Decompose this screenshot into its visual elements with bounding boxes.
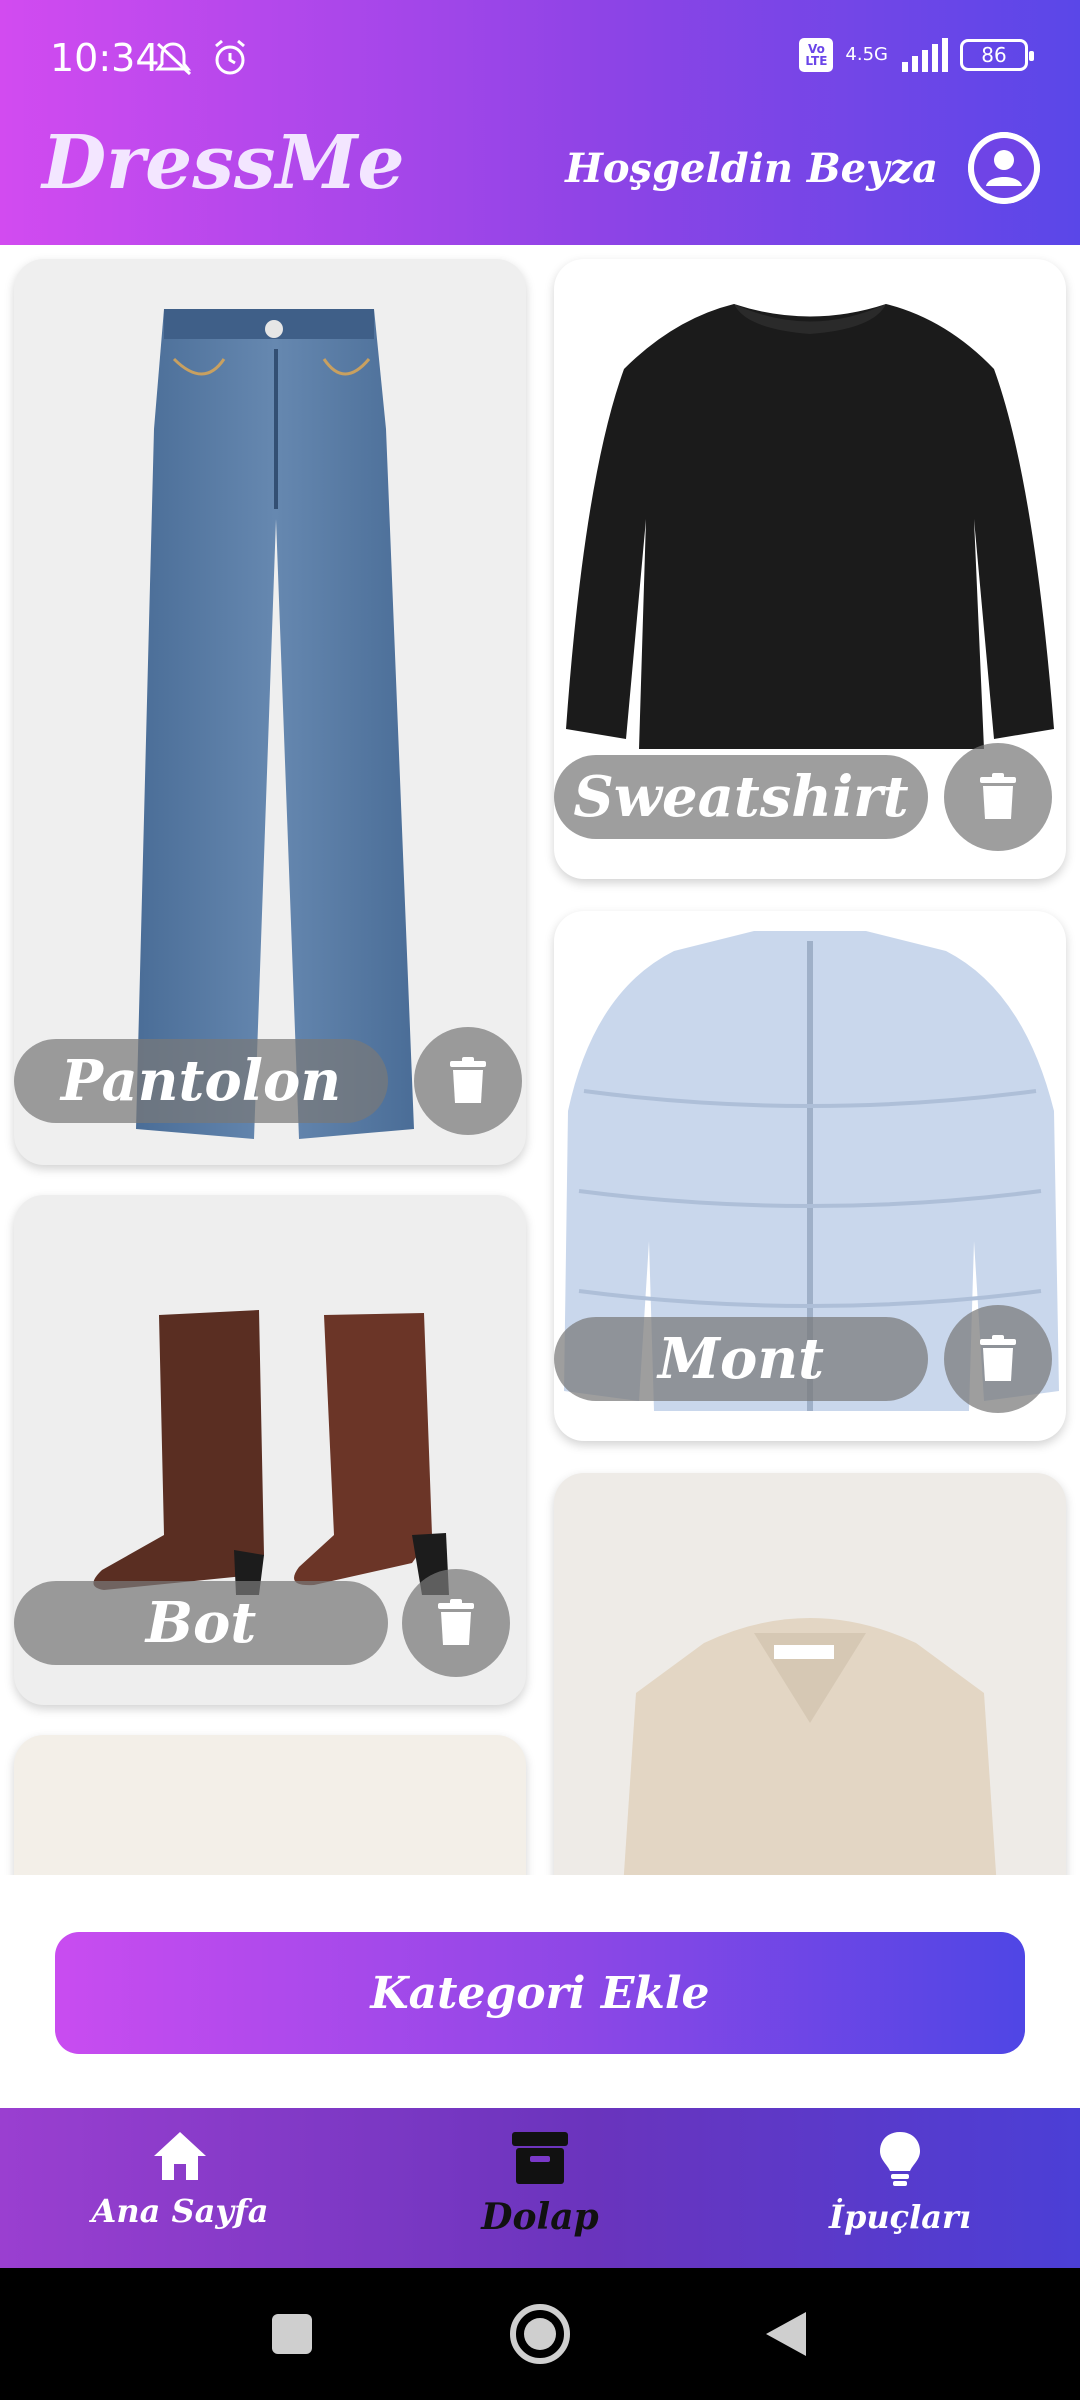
trash-icon bbox=[980, 1335, 1016, 1381]
add-category-button[interactable]: Kategori Ekle bbox=[55, 1932, 1025, 2054]
app-title: DressMe bbox=[42, 120, 405, 206]
volte-icon: Vo LTE bbox=[799, 38, 834, 72]
profile-avatar-button[interactable] bbox=[968, 132, 1040, 204]
trash-icon bbox=[438, 1599, 474, 1645]
home-nav-icon[interactable] bbox=[508, 2302, 572, 2366]
trash-icon bbox=[450, 1057, 486, 1103]
nav-item-tips[interactable]: İpuçları bbox=[760, 2130, 1040, 2236]
recent-apps-icon[interactable] bbox=[270, 2312, 314, 2356]
clothing-card-partial[interactable] bbox=[14, 1735, 526, 1875]
clothing-card-mont[interactable]: Mont bbox=[554, 911, 1066, 1441]
delete-button[interactable] bbox=[402, 1569, 510, 1677]
lightbulb-icon bbox=[880, 2132, 920, 2186]
delete-button[interactable] bbox=[944, 743, 1052, 851]
network-type: 4.5G bbox=[845, 44, 888, 65]
delete-button[interactable] bbox=[944, 1305, 1052, 1413]
alarm-icon bbox=[215, 39, 245, 75]
item-label: Mont bbox=[554, 1317, 928, 1401]
back-nav-icon[interactable] bbox=[762, 2310, 810, 2358]
clothing-card-bot[interactable]: Bot bbox=[14, 1195, 526, 1705]
status-right-group: Vo LTE 4.5G 86 bbox=[799, 38, 1034, 72]
item-label: Bot bbox=[14, 1581, 388, 1665]
app-header: 10:34 Vo LTE 4.5G 86 DressMe Hoşgeldin B… bbox=[0, 0, 1080, 245]
nav-item-dolap[interactable]: Dolap bbox=[400, 2130, 680, 2238]
battery-indicator: 86 bbox=[960, 39, 1034, 71]
delete-button[interactable] bbox=[414, 1027, 522, 1135]
item-label: Sweatshirt bbox=[554, 755, 928, 839]
trash-icon bbox=[980, 773, 1016, 819]
nav-label: Dolap bbox=[481, 2196, 599, 2238]
item-label: Pantolon bbox=[14, 1039, 388, 1123]
welcome-text: Hoşgeldin Beyza bbox=[565, 145, 938, 192]
signal-icon bbox=[902, 38, 948, 72]
nav-item-home[interactable]: Ana Sayfa bbox=[40, 2130, 320, 2230]
clothing-card-knit[interactable] bbox=[554, 1473, 1066, 1875]
user-icon bbox=[968, 132, 1040, 204]
system-navigation-bar bbox=[0, 2268, 1080, 2400]
status-bar: 10:34 Vo LTE 4.5G 86 bbox=[0, 0, 1080, 120]
status-time: 10:34 bbox=[50, 36, 160, 80]
home-icon bbox=[154, 2132, 206, 2180]
clothing-card-pantolon[interactable]: Pantolon bbox=[14, 259, 526, 1165]
silent-bell-icon bbox=[154, 42, 192, 76]
wardrobe-grid[interactable]: Pantolon Sweatshirt Mont Bot bbox=[0, 245, 1080, 1875]
nav-label: İpuçları bbox=[829, 2198, 971, 2236]
knit-top-image bbox=[623, 1618, 997, 1875]
clothing-card-sweatshirt[interactable]: Sweatshirt bbox=[554, 259, 1066, 879]
nav-label: Ana Sayfa bbox=[91, 2192, 269, 2230]
bottom-navigation: Ana Sayfa Dolap İpuçları bbox=[0, 2108, 1080, 2268]
wardrobe-icon bbox=[512, 2132, 568, 2184]
